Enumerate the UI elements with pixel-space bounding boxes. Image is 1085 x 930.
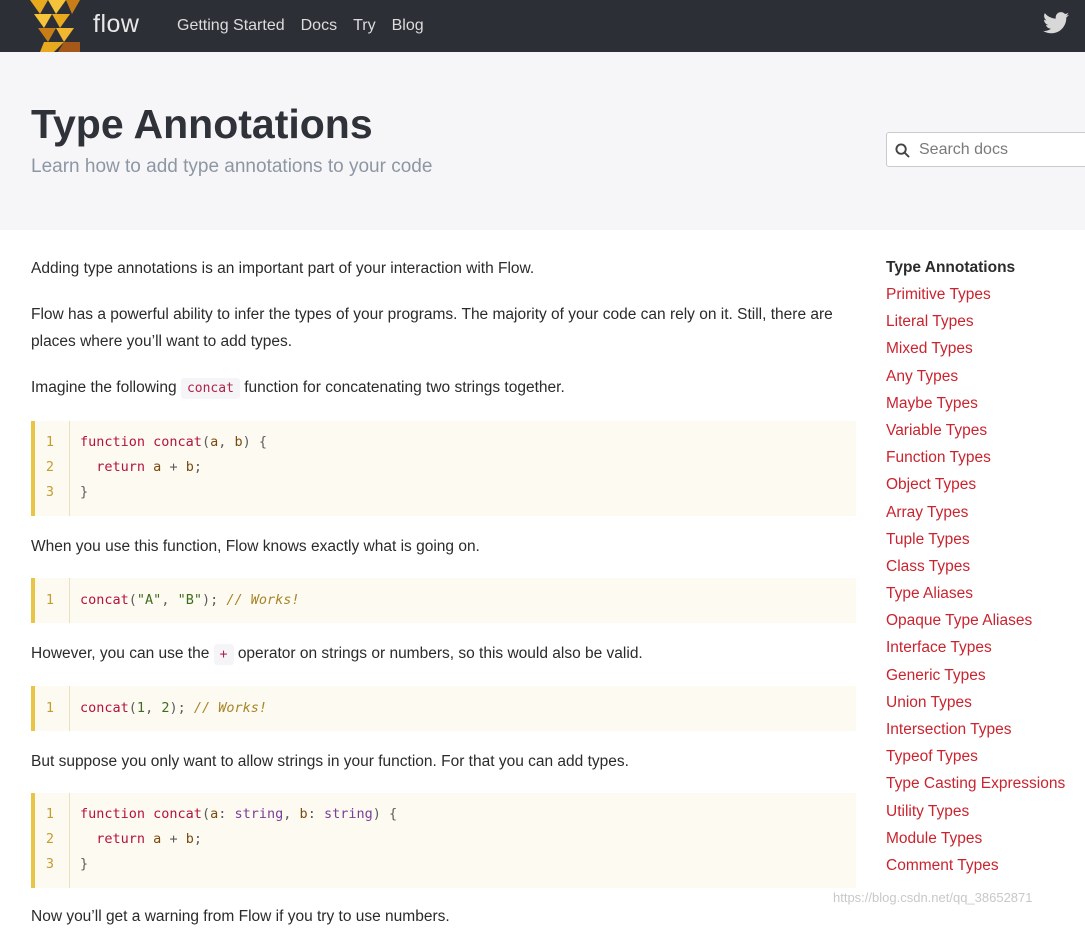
paragraph-text: Imagine the following: [31, 379, 177, 396]
search-input[interactable]: [917, 133, 1085, 166]
paragraph: Imagine the following concat function fo…: [31, 374, 565, 402]
sidebar-item-type-aliases[interactable]: Type Aliases: [886, 580, 1085, 607]
nav-link-try[interactable]: Try: [353, 17, 376, 35]
code-line: 1 concat(1, 2); // Works!: [45, 700, 268, 716]
sidebar-item-module-types[interactable]: Module Types: [886, 825, 1085, 852]
sidebar-item-class-types[interactable]: Class Types: [886, 553, 1085, 580]
sidebar-item-primitive-types[interactable]: Primitive Types: [886, 281, 1085, 308]
sidebar-item-maybe-types[interactable]: Maybe Types: [886, 390, 1085, 417]
code-line: 3 }: [45, 484, 89, 500]
sidebar-item-function-types[interactable]: Function Types: [886, 444, 1085, 471]
code-block: 1 function concat(a, b) { 2 return a + b…: [31, 421, 856, 516]
paragraph: But suppose you only want to allow strin…: [31, 753, 629, 770]
sidebar-item-object-types[interactable]: Object Types: [886, 471, 1085, 498]
sidebar-item-mixed-types[interactable]: Mixed Types: [886, 335, 1085, 362]
paragraph: When you use this function, Flow knows e…: [31, 538, 480, 555]
code-line: 3 }: [45, 856, 89, 872]
inline-code: +: [213, 644, 234, 665]
nav-link-docs[interactable]: Docs: [301, 17, 337, 35]
flow-logo-icon[interactable]: [30, 0, 82, 52]
paragraph: Flow has a powerful ability to infer the…: [31, 306, 833, 350]
sidebar-item-any-types[interactable]: Any Types: [886, 363, 1085, 390]
paragraph: Now you’ll get a warning from Flow if yo…: [31, 908, 450, 925]
code-block: 1 function concat(a: string, b: string) …: [31, 793, 856, 888]
page-title: Type Annotations: [31, 101, 373, 147]
nav-link-blog[interactable]: Blog: [392, 17, 424, 35]
paragraph-text: function for concatenating two strings t…: [244, 379, 565, 396]
search-box[interactable]: [886, 132, 1085, 167]
code-line: 2 return a + b;: [45, 459, 202, 475]
code-block: 1 concat(1, 2); // Works!: [31, 686, 856, 731]
page-subtitle: Learn how to add type annotations to you…: [31, 156, 433, 177]
code-line: 1 concat("A", "B"); // Works!: [45, 592, 300, 608]
sidebar-item-opaque-type-aliases[interactable]: Opaque Type Aliases: [886, 607, 1085, 634]
sidebar-item-type-casting-expressions[interactable]: Type Casting Expressions: [886, 770, 1085, 797]
paragraph-text: operator on strings or numbers, so this …: [237, 645, 643, 662]
sidebar-item-intersection-types[interactable]: Intersection Types: [886, 716, 1085, 743]
sidebar-item-comment-types[interactable]: Comment Types: [886, 852, 1085, 879]
sidebar-item-utility-types[interactable]: Utility Types: [886, 798, 1085, 825]
code-line: 1 function concat(a: string, b: string) …: [45, 806, 398, 822]
sidebar-item-interface-types[interactable]: Interface Types: [886, 634, 1085, 661]
search-icon: [895, 143, 910, 158]
sidebar-list: Primitive Types Literal Types Mixed Type…: [886, 281, 1085, 879]
code-line: 2 return a + b;: [45, 831, 202, 847]
nav-links: Getting Started Docs Try Blog: [177, 0, 440, 52]
sidebar-item-union-types[interactable]: Union Types: [886, 689, 1085, 716]
code-block: 1 concat("A", "B"); // Works!: [31, 578, 856, 623]
watermark: https://blog.csdn.net/qq_38652871: [833, 890, 1033, 905]
sidebar-item-tuple-types[interactable]: Tuple Types: [886, 526, 1085, 553]
logo-text[interactable]: flow: [93, 10, 139, 39]
top-nav: flow Getting Started Docs Try Blog: [0, 0, 1085, 52]
twitter-icon[interactable]: [1043, 12, 1069, 34]
sidebar-heading[interactable]: Type Annotations: [886, 254, 1085, 281]
docs-sidebar: Type Annotations Primitive Types Literal…: [886, 254, 1085, 879]
page-header: Type Annotations Learn how to add type a…: [0, 52, 1085, 230]
sidebar-item-array-types[interactable]: Array Types: [886, 499, 1085, 526]
paragraph: However, you can use the + operator on s…: [31, 640, 643, 668]
sidebar-item-typeof-types[interactable]: Typeof Types: [886, 743, 1085, 770]
sidebar-item-variable-types[interactable]: Variable Types: [886, 417, 1085, 444]
paragraph-text: However, you can use the: [31, 645, 210, 662]
paragraph: Adding type annotations is an important …: [31, 260, 535, 277]
sidebar-item-generic-types[interactable]: Generic Types: [886, 662, 1085, 689]
code-line: 1 function concat(a, b) {: [45, 434, 268, 450]
inline-code: concat: [180, 378, 240, 399]
nav-link-getting-started[interactable]: Getting Started: [177, 17, 285, 35]
sidebar-item-literal-types[interactable]: Literal Types: [886, 308, 1085, 335]
